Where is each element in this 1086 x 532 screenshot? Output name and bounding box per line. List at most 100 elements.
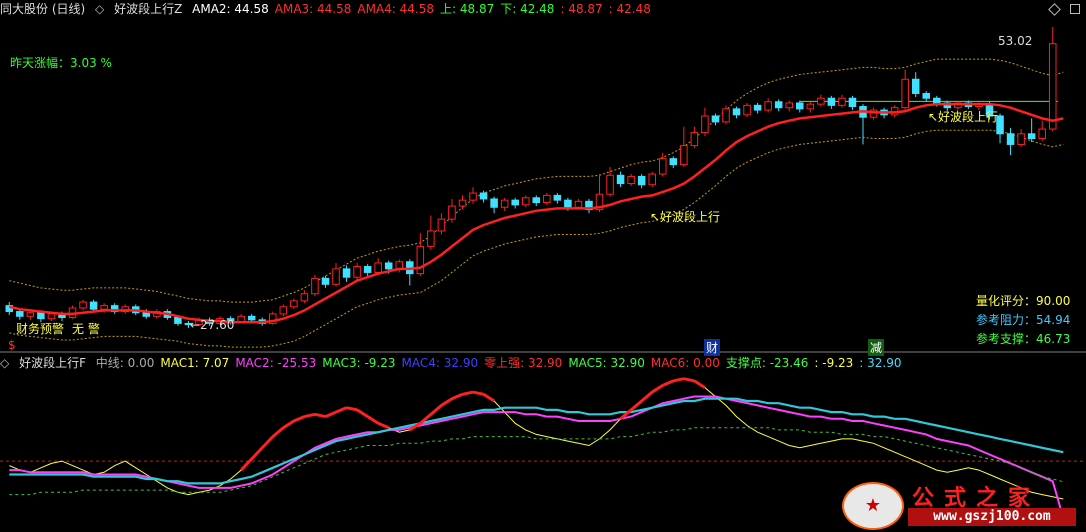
candle-body <box>532 197 541 204</box>
candle-body <box>669 158 678 166</box>
candle-body <box>564 199 572 208</box>
strength-ribbon <box>324 410 337 418</box>
candle-body <box>300 293 309 302</box>
sub-header-value-5: 零上强: 32.90 <box>484 356 563 370</box>
sub-header-value-1: MAC1: 7.07 <box>160 356 230 370</box>
stock-title: 同大股份 (日线) <box>0 2 86 16</box>
sub-header-value-6: MAC5: 32.90 <box>568 356 645 370</box>
candle-body <box>764 101 772 111</box>
strength-ribbon <box>683 377 695 383</box>
candle-body <box>627 175 635 185</box>
candle-body <box>479 192 488 200</box>
strength-ribbon <box>282 419 295 429</box>
candle-body <box>680 145 688 166</box>
strength-ribbon <box>662 379 674 387</box>
watermark-logo: ★ 公式之家 www.gszj100.com <box>842 480 1080 530</box>
candle-body <box>606 174 614 195</box>
sub-header-value-10: : 32.90 <box>859 356 902 370</box>
candle-body <box>311 277 319 295</box>
candle-body <box>574 200 583 208</box>
strength-ribbon <box>377 421 390 430</box>
candle-body <box>1027 133 1036 140</box>
candle-body <box>732 108 741 116</box>
main-header-value-1: AMA3: 44.58 <box>274 2 352 16</box>
candle-body <box>174 316 182 324</box>
sub-header-value-8: 支撑点: -23.46 <box>725 356 809 370</box>
indicator-name-icon[interactable]: ◇ <box>95 2 104 16</box>
sub-header-value-9: : -9.23 <box>814 356 854 370</box>
strength-ribbon <box>451 392 464 401</box>
candle-body <box>469 192 477 201</box>
candle-body <box>933 97 941 104</box>
candle-body <box>711 115 720 123</box>
strength-ribbon <box>240 457 253 472</box>
candle-body <box>911 78 920 94</box>
candle-body <box>100 305 108 310</box>
strength-ribbon <box>472 390 484 396</box>
candle-body <box>374 262 382 273</box>
candle-body <box>437 218 446 232</box>
reference-resistance: 参考阻力：54.94 <box>976 313 1071 327</box>
sub-header-value-3: MAC3: -9.23 <box>322 356 396 370</box>
strength-ribbon <box>693 379 706 389</box>
finance-warning-status: 无 警 <box>72 322 100 336</box>
main-header-value-0: AMA2: 44.58 <box>192 2 269 16</box>
candle-body <box>332 268 340 285</box>
sub-header-value-7: MAC6: 0.00 <box>650 356 720 370</box>
strength-ribbon <box>356 408 369 418</box>
candle-body <box>448 205 456 220</box>
sub-chart-header: ◇ 好波段上行F 中线: 0.00 MAC1: 7.07 MAC2: -25.53 M… <box>0 354 1086 372</box>
candle-body <box>247 315 256 321</box>
strength-ribbon <box>335 406 348 414</box>
yesterday-change: 昨天涨幅：3.03 % <box>10 56 112 70</box>
signal-label-2: ↖好波段上行 <box>928 110 999 124</box>
logo-icon: ★ <box>842 482 904 530</box>
reduce-marker: 减 <box>868 339 885 356</box>
strength-ribbon <box>346 406 358 412</box>
candle-body <box>701 115 709 134</box>
strength-ribbon <box>672 377 685 383</box>
sub-header-value-4: MAC4: 32.90 <box>401 356 479 370</box>
candle-body <box>89 301 98 310</box>
candle-body <box>637 175 646 186</box>
strength-ribbon <box>482 393 495 403</box>
strength-ribbon <box>304 412 316 419</box>
indicator-name[interactable]: 好波段上行Z <box>114 2 182 16</box>
window-close-icon[interactable] <box>1070 4 1080 14</box>
candle-body <box>321 277 330 285</box>
candle-body <box>490 198 498 208</box>
main-header-value-5: : 48.87 <box>560 2 603 16</box>
quant-score: 量化评分：90.00 <box>976 294 1071 308</box>
strength-ribbon <box>462 390 474 396</box>
strength-ribbon <box>261 435 274 449</box>
candle-body <box>838 97 846 106</box>
strength-ribbon <box>651 384 664 394</box>
candle-body <box>648 173 656 186</box>
candle-body <box>279 306 288 315</box>
candle-body <box>1038 128 1046 140</box>
candle-body <box>785 102 793 109</box>
candle-body <box>458 199 467 207</box>
logo-url: www.gszj100.com <box>908 508 1076 526</box>
chart-canvas <box>0 26 1086 519</box>
main-header-value-6: : 42.48 <box>608 2 651 16</box>
strength-ribbon <box>429 404 443 416</box>
main-header-value-2: AMA4: 44.58 <box>357 2 435 16</box>
candle-body <box>753 104 762 111</box>
candle-body <box>1017 133 1025 145</box>
candle-body <box>774 101 783 109</box>
sub-indicator-name[interactable]: 好波段上行F <box>19 356 86 370</box>
candle-body <box>47 313 56 320</box>
dollar-marker: $ <box>8 338 16 352</box>
sub-header-value-0: 中线: 0.00 <box>95 356 155 370</box>
strength-ribbon <box>293 415 305 423</box>
strength-ribbon <box>271 426 285 438</box>
candle-body <box>1006 133 1015 145</box>
ama-line <box>9 102 1064 324</box>
strength-ribbon <box>440 397 453 407</box>
candle-body <box>1048 43 1057 130</box>
candle-body <box>817 97 825 105</box>
main-header-value-4: 下: 42.48 <box>500 2 555 16</box>
candle-body <box>806 103 815 110</box>
sub-indicator-icon[interactable]: ◇ <box>0 356 9 370</box>
